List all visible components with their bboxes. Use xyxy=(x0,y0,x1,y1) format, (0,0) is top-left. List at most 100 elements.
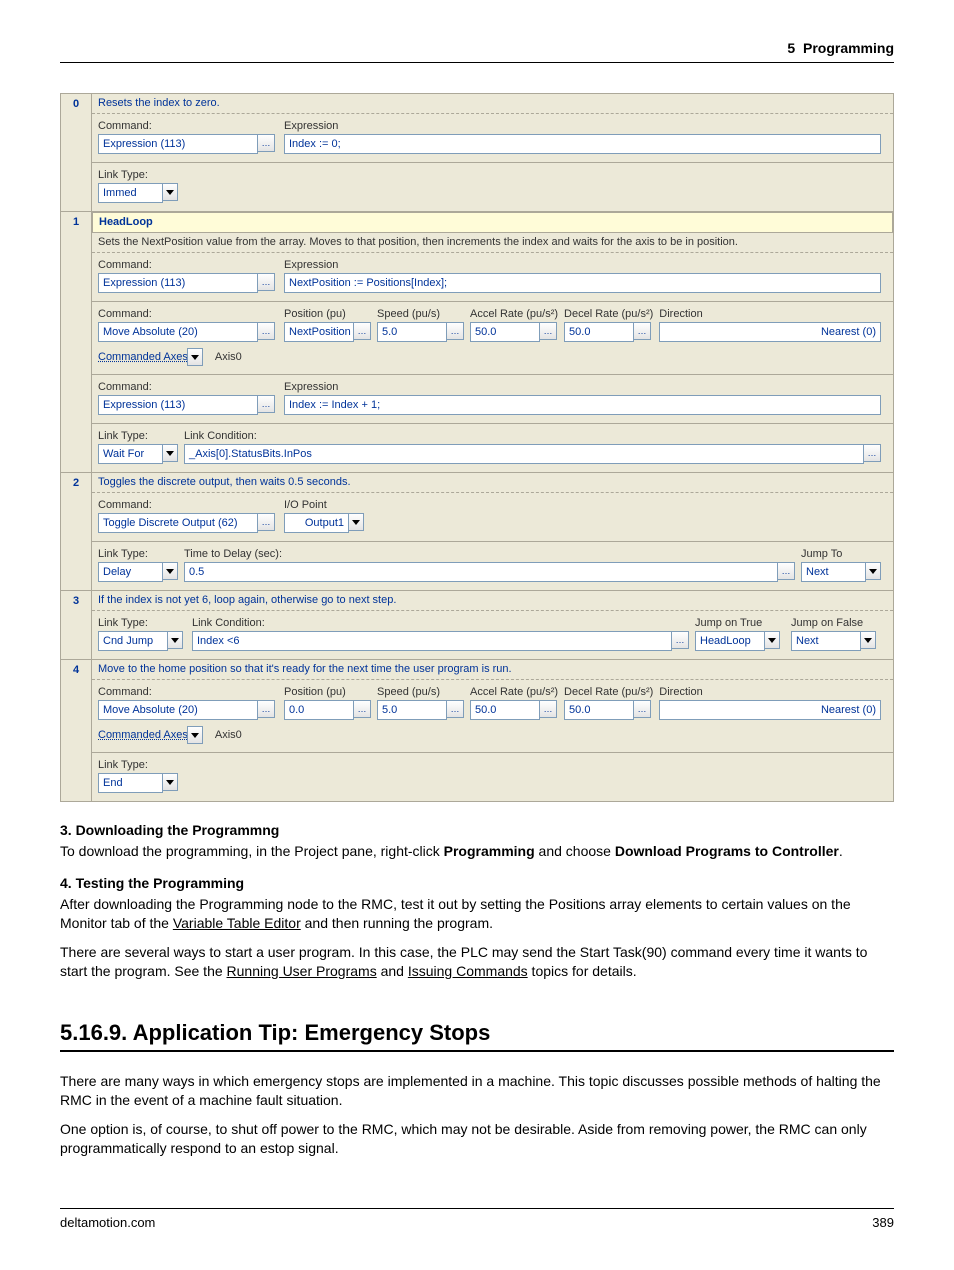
step-title: HeadLoop xyxy=(92,212,893,233)
step-body: HeadLoopSets the NextPosition value from… xyxy=(92,212,894,473)
expression-field[interactable]: Index := Index + 1; xyxy=(284,395,881,415)
io-field[interactable]: Output1 xyxy=(284,513,349,533)
axes-value: Axis0 xyxy=(213,729,248,741)
dropdown-arrow-icon[interactable] xyxy=(860,631,876,649)
ellipsis-button[interactable]: … xyxy=(863,444,881,462)
step-description: Toggles the discrete output, then waits … xyxy=(92,473,893,493)
command-field[interactable]: Expression (113) xyxy=(98,395,258,415)
dropdown-arrow-icon[interactable] xyxy=(187,348,203,366)
dropdown-arrow-icon[interactable] xyxy=(162,183,178,201)
command-field[interactable]: Expression (113) xyxy=(98,273,258,293)
step-body: Move to the home position so that it's r… xyxy=(92,660,894,802)
ellipsis-button[interactable]: … xyxy=(633,322,651,340)
param-field[interactable]: 0.0 xyxy=(284,700,354,720)
param-label: Position (pu) xyxy=(284,686,371,698)
param-field[interactable]: 5.0 xyxy=(377,322,447,342)
dropdown-arrow-icon[interactable] xyxy=(167,631,183,649)
link-type-field[interactable]: End xyxy=(98,773,163,793)
ellipsis-button[interactable]: … xyxy=(353,322,371,340)
ellipsis-button[interactable]: … xyxy=(539,700,557,718)
io-block: Command:Toggle Discrete Output (62)…I/O … xyxy=(92,493,893,542)
link-type-field[interactable]: Cnd Jump xyxy=(98,631,168,651)
dropdown-arrow-icon[interactable] xyxy=(348,513,364,531)
link-block: Link Type:Immed xyxy=(92,163,893,211)
link-block: Link Type:End xyxy=(92,753,893,801)
ellipsis-button[interactable]: … xyxy=(671,631,689,649)
link-variable-table-editor[interactable]: Variable Table Editor xyxy=(173,915,301,931)
section-para1: There are many ways in which emergency s… xyxy=(60,1072,894,1110)
link-running-user-programs[interactable]: Running User Programs xyxy=(227,963,377,979)
dropdown-arrow-icon[interactable] xyxy=(162,562,178,580)
link-issuing-commands[interactable]: Issuing Commands xyxy=(408,963,528,979)
ellipsis-button[interactable]: … xyxy=(633,700,651,718)
command-label: Command: xyxy=(98,686,278,698)
param-field[interactable]: 50.0 xyxy=(470,322,540,342)
program-step-table: 0Resets the index to zero.Command:Expres… xyxy=(60,93,894,802)
ellipsis-button[interactable]: … xyxy=(257,395,275,413)
param-label: Speed (pu/s) xyxy=(377,686,464,698)
link-type-field[interactable]: Wait For xyxy=(98,444,163,464)
dropdown-arrow-icon[interactable] xyxy=(187,726,203,744)
param-field[interactable]: Nearest (0) xyxy=(659,322,881,342)
command-field[interactable]: Expression (113) xyxy=(98,134,258,154)
ellipsis-button[interactable]: … xyxy=(257,134,275,152)
ellipsis-button[interactable]: … xyxy=(353,700,371,718)
param-field[interactable]: 50.0 xyxy=(470,700,540,720)
param-field[interactable]: 50.0 xyxy=(564,700,634,720)
ellipsis-button[interactable]: … xyxy=(257,273,275,291)
dropdown-arrow-icon[interactable] xyxy=(865,562,881,580)
command-label: Command: xyxy=(98,499,278,511)
param-field[interactable]: 50.0 xyxy=(564,322,634,342)
command-field[interactable]: Toggle Discrete Output (62) xyxy=(98,513,258,533)
jump-false-field[interactable]: Next xyxy=(791,631,861,651)
ellipsis-button[interactable]: … xyxy=(257,700,275,718)
commanded-axes-label[interactable]: Commanded Axes xyxy=(98,351,188,363)
link-condition-block: Link Type: Wait For Link Condition: _Axis[0… xyxy=(92,424,893,472)
step-body: Resets the index to zero.Command:Express… xyxy=(92,94,894,212)
step-number: 2 xyxy=(61,473,92,591)
param-field[interactable]: Nearest (0) xyxy=(659,700,881,720)
link-delay-block: Link Type:DelayTime to Delay (sec):0.5…J… xyxy=(92,542,893,590)
link-type-label: Link Type: xyxy=(98,430,178,442)
command-block: Command: Expression (113)… Expression NextP… xyxy=(92,253,893,302)
dropdown-arrow-icon[interactable] xyxy=(162,444,178,462)
expression-label: Expression xyxy=(284,259,881,271)
ellipsis-button[interactable]: … xyxy=(257,513,275,531)
command-field[interactable]: Move Absolute (20) xyxy=(98,322,258,342)
command-label: Command: xyxy=(98,259,278,271)
ellipsis-button[interactable]: … xyxy=(777,562,795,580)
dropdown-arrow-icon[interactable] xyxy=(162,773,178,791)
ellipsis-button[interactable]: … xyxy=(539,322,557,340)
step-description: Resets the index to zero. xyxy=(92,94,893,114)
ellipsis-button[interactable]: … xyxy=(446,322,464,340)
param-field[interactable]: NextPosition xyxy=(284,322,354,342)
delay-label: Time to Delay (sec): xyxy=(184,548,795,560)
dropdown-arrow-icon[interactable] xyxy=(764,631,780,649)
link-condition-field[interactable]: Index <6 xyxy=(192,631,672,651)
ellipsis-button[interactable]: … xyxy=(257,322,275,340)
command-block: Command:Expression (113)…ExpressionIndex… xyxy=(92,114,893,163)
link-type-field[interactable]: Immed xyxy=(98,183,163,203)
param-label: Speed (pu/s) xyxy=(377,308,464,320)
param-label: Accel Rate (pu/s²) xyxy=(470,686,558,698)
jump-to-field[interactable]: Next xyxy=(801,562,866,582)
link-condition-field[interactable]: _Axis[0].StatusBits.InPos xyxy=(184,444,864,464)
step-number: 1 xyxy=(61,212,92,473)
step-number: 0 xyxy=(61,94,92,212)
jump-true-field[interactable]: HeadLoop xyxy=(695,631,765,651)
command-block: Command:Expression (113)…ExpressionIndex… xyxy=(92,375,893,424)
param-field[interactable]: 5.0 xyxy=(377,700,447,720)
ellipsis-button[interactable]: … xyxy=(446,700,464,718)
link-type-field[interactable]: Delay xyxy=(98,562,163,582)
command-label: Command: xyxy=(98,381,278,393)
expression-field[interactable]: NextPosition := Positions[Index]; xyxy=(284,273,881,293)
delay-field[interactable]: 0.5 xyxy=(184,562,778,582)
commanded-axes-label[interactable]: Commanded Axes xyxy=(98,729,188,741)
link-condition-label: Link Condition: xyxy=(184,430,881,442)
param-label: Accel Rate (pu/s²) xyxy=(470,308,558,320)
command-field[interactable]: Move Absolute (20) xyxy=(98,700,258,720)
step-number: 3 xyxy=(61,591,92,660)
expression-field[interactable]: Index := 0; xyxy=(284,134,881,154)
sub3-para: To download the programming, in the Proj… xyxy=(60,842,894,861)
axes-value: Axis0 xyxy=(213,351,248,363)
